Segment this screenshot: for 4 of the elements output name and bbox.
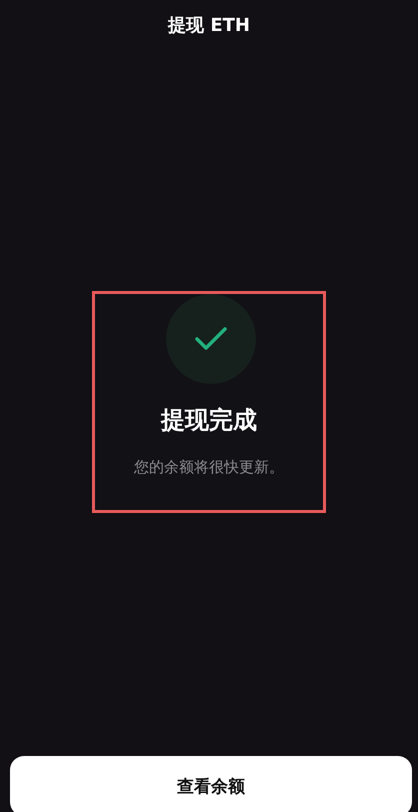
page-title: 提现 ETH — [168, 14, 250, 37]
result-title: 提现完成 — [161, 405, 257, 436]
view-balance-button[interactable]: 查看余额 — [10, 756, 412, 812]
result-message: 您的余额将很快更新。 — [134, 458, 284, 477]
